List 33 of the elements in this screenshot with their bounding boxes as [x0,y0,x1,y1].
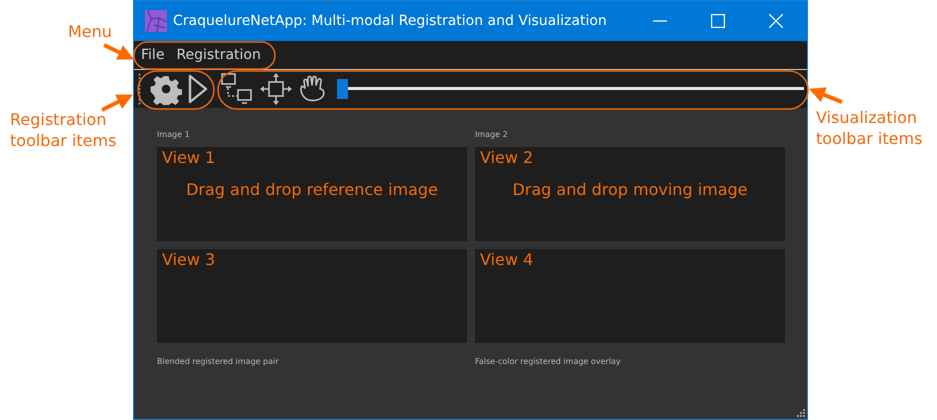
callout-label: Registration toolbar items [10,109,118,151]
image-view[interactable]: View 4 [475,249,785,343]
callout-arrow [101,94,133,112]
app-icon [145,10,167,32]
image-view[interactable]: View 3 [157,249,467,343]
callout-label: Visualization toolbar items [816,107,924,149]
menu-item[interactable]: Registration [176,47,261,63]
view-caption: False-color registered image overlay [475,357,622,366]
linked-monitors-icon[interactable] [220,72,254,106]
image-view[interactable]: View 1 Drag and drop reference image [157,147,467,241]
view-title: View 4 [479,249,534,269]
callout-arrow [103,43,134,60]
callout-label: Menu [68,21,112,42]
drop-hint: Drag and drop reference image [185,180,439,199]
callout-arrow [809,87,843,104]
resize-grip-icon[interactable] [797,409,805,417]
image-label: Image 2 [475,130,509,139]
close-icon[interactable] [769,14,783,28]
image-view[interactable]: View 2 Drag and drop moving image [475,147,785,241]
window-title: CraquelureNetApp: Multi-modal Registration and Visualization [173,13,607,29]
view-caption: Blended registered image pair [157,357,280,366]
view-title: View 1 [161,147,216,167]
play-icon[interactable] [187,73,209,105]
settings-icon[interactable] [150,73,182,105]
view-title: View 3 [161,249,216,269]
move-icon[interactable] [259,72,293,106]
image-label: Image 1 [157,130,191,139]
toolbar-grip-icon [138,72,141,106]
menu-item[interactable]: File [141,47,164,63]
maximize-icon[interactable] [711,14,725,28]
slider-thumb[interactable] [337,79,348,99]
view-title: View 2 [479,147,534,167]
drop-hint: Drag and drop moving image [511,180,749,199]
